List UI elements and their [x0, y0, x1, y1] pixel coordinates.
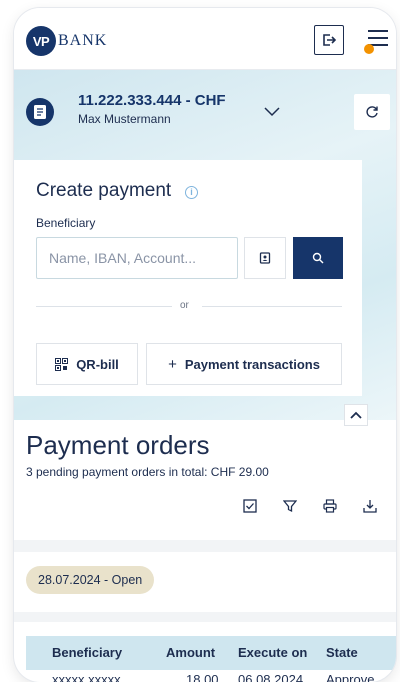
notification-dot [364, 44, 374, 54]
create-payment-title: Create payment [36, 180, 172, 201]
menu-button[interactable] [364, 28, 392, 54]
account-book-icon [26, 98, 54, 126]
payment-transactions-label: Payment transactions [184, 356, 320, 372]
beneficiary-label: Beneficiary [36, 216, 96, 230]
divider-right [202, 306, 342, 307]
table-row[interactable]: xxxxx xxxxx 18.00 06.08.2024 Approve [26, 670, 396, 682]
account-band: 11.222.333.444 - CHF Max Mustermann Crea… [14, 70, 396, 426]
info-icon[interactable]: i [185, 186, 198, 199]
column-header-beneficiary[interactable]: Beneficiary [52, 645, 122, 660]
cell-amount: 18.00 [186, 672, 219, 682]
qr-bill-label: QR-bill [76, 356, 119, 372]
column-header-amount[interactable]: Amount [166, 645, 215, 660]
logout-button[interactable] [314, 25, 344, 55]
logo-mark: VP [26, 26, 56, 56]
refresh-icon [366, 106, 378, 118]
beneficiary-search-input[interactable] [36, 237, 238, 279]
select-all-icon[interactable] [240, 496, 260, 516]
column-header-state[interactable]: State [326, 645, 358, 660]
or-separator: or [180, 300, 189, 311]
download-icon[interactable] [360, 496, 380, 516]
search-icon [312, 252, 324, 264]
payment-orders-toolbar [240, 496, 380, 516]
date-group-badge[interactable]: 28.07.2024 - Open [26, 566, 155, 594]
orders-table-header: Beneficiary Amount Execute on State [26, 636, 396, 670]
qr-code-icon [55, 357, 69, 371]
search-button[interactable] [293, 237, 343, 279]
chevron-up-icon [350, 411, 362, 419]
address-book-icon [259, 252, 271, 264]
refresh-button[interactable] [354, 94, 390, 130]
divider-left [36, 306, 172, 307]
qr-bill-button[interactable]: QR-bill [36, 343, 138, 385]
cell-state: Approve [326, 672, 375, 682]
payment-orders-summary: 3 pending payment orders in total: CHF 2… [26, 465, 269, 479]
section-separator [14, 612, 396, 622]
logout-icon [323, 34, 337, 46]
logo-text: BANK [58, 32, 108, 49]
chevron-down-icon[interactable] [264, 104, 280, 122]
column-header-execute-on[interactable]: Execute on [238, 645, 307, 660]
account-holder: Max Mustermann [78, 112, 171, 126]
app-header: VP BANK [14, 8, 396, 70]
plus-icon: + [168, 355, 177, 373]
account-number[interactable]: 11.222.333.444 - CHF [78, 92, 226, 109]
address-book-button[interactable] [244, 237, 286, 279]
cell-execute-on: 06.08.2024 [238, 672, 304, 682]
filter-icon[interactable] [280, 496, 300, 516]
create-payment-card: Create payment i Beneficiary or [14, 160, 362, 396]
section-separator [14, 540, 396, 552]
collapse-button[interactable] [344, 404, 368, 426]
vp-bank-logo[interactable]: VP BANK [26, 26, 107, 56]
payment-transactions-button[interactable]: + Payment transactions [146, 343, 342, 385]
cell-beneficiary: xxxxx xxxxx [52, 672, 121, 682]
phone-frame: VP BANK 11.222.333.444 - CHF Max Musterm… [14, 8, 396, 682]
payment-orders-title: Payment orders [26, 430, 210, 460]
print-icon[interactable] [320, 496, 340, 516]
